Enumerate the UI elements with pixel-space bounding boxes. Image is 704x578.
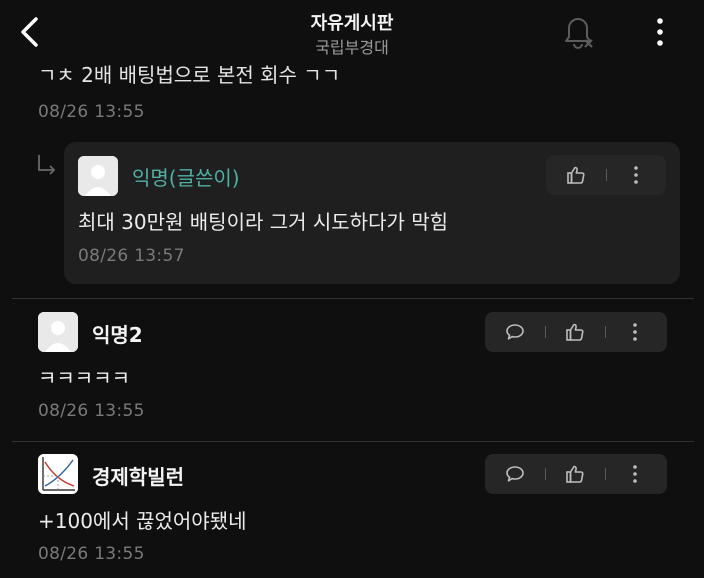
comment-actions [546, 155, 666, 195]
comment-text: ㄱㅊ 2배 배팅법으로 본전 회수 ㄱㄱ [38, 63, 341, 87]
reply-comment-card: 익명(글쓴이) 최대 30만원 배팅이라 그거 시도하다가 막힘 08/26 1… [64, 142, 680, 284]
notification-toggle-button[interactable] [558, 14, 598, 52]
top-app-bar: 자유게시판 국립부경대 [0, 0, 704, 62]
default-avatar-icon [78, 156, 118, 196]
comment-author: 경제학빌런 [92, 465, 184, 489]
page-title: 자유게시판 [310, 13, 394, 34]
like-icon [566, 465, 584, 483]
graph-avatar-icon [38, 454, 78, 494]
comment-more-button[interactable] [613, 454, 657, 494]
comment-actions [485, 454, 667, 494]
reply-button[interactable] [493, 454, 537, 494]
reply-bubble-icon [506, 466, 524, 482]
comment-author: 익명(글쓴이) [132, 166, 240, 190]
like-icon [566, 323, 584, 341]
bell-off-icon [565, 18, 593, 49]
comment-more-button[interactable] [613, 312, 657, 352]
reply-button[interactable] [493, 312, 537, 352]
like-icon [567, 166, 585, 184]
comment-date: 08/26 13:55 [38, 544, 145, 564]
action-separator [606, 169, 607, 181]
action-separator [545, 468, 546, 480]
divider [12, 298, 694, 299]
more-options-button[interactable] [646, 14, 674, 50]
avatar [78, 156, 118, 196]
more-vertical-icon [633, 323, 637, 341]
more-vertical-icon [657, 18, 663, 46]
action-separator [605, 326, 606, 338]
comment-date: 08/26 13:57 [78, 246, 185, 266]
action-separator [605, 468, 606, 480]
reply-bubble-icon [506, 324, 524, 340]
like-button[interactable] [553, 312, 597, 352]
more-vertical-icon [633, 465, 637, 483]
comment-text: ㅋㅋㅋㅋㅋ [38, 366, 130, 390]
page-subtitle: 국립부경대 [315, 38, 389, 57]
like-button[interactable] [553, 454, 597, 494]
comment-date: 08/26 13:55 [38, 401, 145, 421]
avatar [38, 312, 78, 352]
action-separator [545, 326, 546, 338]
comment-actions [485, 312, 667, 352]
avatar [38, 454, 78, 494]
default-avatar-icon [38, 312, 78, 352]
comment-more-button[interactable] [614, 155, 658, 195]
comment-text: +100에서 끊었어야됐네 [38, 509, 247, 533]
comment-text: 최대 30만원 배팅이라 그거 시도하다가 막힘 [78, 210, 449, 234]
comment-author: 익명2 [92, 323, 143, 347]
more-vertical-icon [634, 166, 638, 184]
like-button[interactable] [554, 155, 598, 195]
divider [12, 441, 694, 442]
comment-date: 08/26 13:55 [38, 102, 145, 122]
reply-arrow-icon [38, 155, 56, 175]
